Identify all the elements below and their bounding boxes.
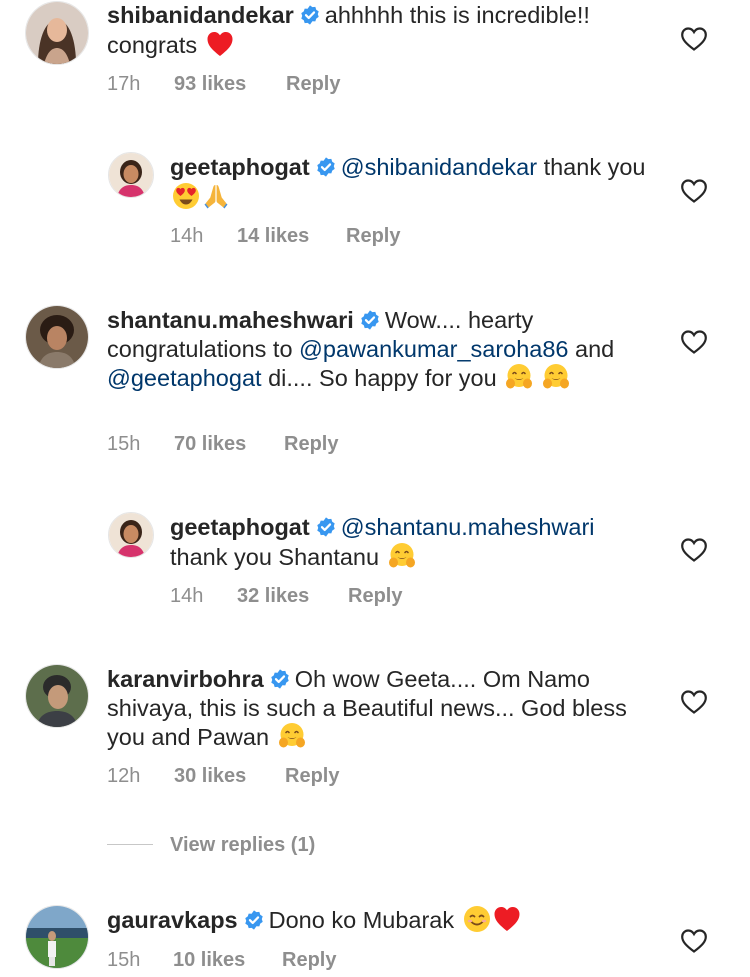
- verified-badge-icon: [315, 516, 337, 538]
- view-replies-button[interactable]: View replies (1): [107, 834, 315, 857]
- comment-text: karanvirbohra Oh wow Geeta.... Om Namo sh…: [107, 665, 637, 752]
- verified-badge-icon: [299, 4, 321, 26]
- username[interactable]: shantanu.maheshwari: [107, 307, 354, 333]
- comment-body: thank you Shantanu: [170, 543, 380, 570]
- reply-button[interactable]: Reply: [346, 225, 400, 248]
- avatar[interactable]: [108, 512, 154, 558]
- username[interactable]: karanvirbohra: [107, 666, 264, 692]
- comment-meta: 15h 10 likes Reply: [107, 949, 336, 972]
- hugging-emoji-icon: [505, 363, 533, 391]
- folded-hands-emoji-icon: [202, 182, 230, 210]
- reply-button[interactable]: Reply: [286, 73, 340, 96]
- comment-meta: 15h 70 likes Reply: [107, 433, 338, 456]
- comment-text: shantanu.maheshwari Wow.... hearty congra…: [107, 306, 637, 393]
- likes-count[interactable]: 70 likes: [174, 433, 284, 456]
- heart-eyes-emoji-icon: [172, 182, 200, 210]
- comment-meta: 12h 30 likes Reply: [107, 765, 339, 788]
- likes-count[interactable]: 32 likes: [237, 585, 348, 608]
- comment-body: Dono ko Mubarak: [268, 907, 455, 933]
- mention-link[interactable]: @pawankumar_saroha86: [299, 336, 568, 362]
- comment-text: geetaphogat @shantanu.maheshwari thank yo…: [170, 513, 650, 571]
- verified-badge-icon: [269, 668, 291, 690]
- comment-meta: 14h 14 likes Reply: [170, 225, 400, 248]
- timestamp: 15h: [107, 433, 141, 455]
- comment-text: gauravkaps Dono ko Mubarak: [107, 905, 637, 935]
- verified-badge-icon: [243, 909, 265, 931]
- avatar[interactable]: [25, 1, 89, 65]
- timestamp: 15h: [107, 949, 141, 971]
- timestamp: 14h: [170, 585, 204, 607]
- reply-button[interactable]: Reply: [285, 765, 339, 788]
- comment-body-end: di.... So happy for you: [268, 365, 497, 391]
- avatar[interactable]: [25, 664, 89, 728]
- hugging-emoji-icon: [542, 363, 570, 391]
- comment-body-mid: and: [575, 335, 615, 362]
- like-heart-icon[interactable]: [680, 178, 708, 204]
- likes-count[interactable]: 10 likes: [173, 949, 282, 972]
- verified-badge-icon: [315, 156, 337, 178]
- hugging-emoji-icon: [388, 542, 416, 570]
- mention-link[interactable]: @shantanu.maheshwari: [341, 514, 595, 540]
- like-heart-icon[interactable]: [680, 26, 708, 52]
- likes-count[interactable]: 14 likes: [237, 225, 346, 248]
- red-heart-emoji-icon: [493, 905, 521, 933]
- timestamp: 17h: [107, 73, 141, 95]
- username[interactable]: shibanidandekar: [107, 2, 294, 28]
- mention-link[interactable]: @geetaphogat: [107, 365, 262, 391]
- username[interactable]: geetaphogat: [170, 514, 310, 540]
- reply-button[interactable]: Reply: [282, 949, 336, 972]
- comment-text: shibanidandekar ahhhhh this is incredible…: [107, 1, 647, 59]
- view-replies-label: View replies (1): [170, 834, 316, 856]
- comment-text: geetaphogat @shibanidandekar thank you: [170, 153, 650, 211]
- avatar[interactable]: [25, 905, 89, 969]
- like-heart-icon[interactable]: [680, 928, 708, 954]
- comment-meta: 14h 32 likes Reply: [170, 585, 402, 608]
- timestamp: 14h: [170, 225, 204, 247]
- username[interactable]: geetaphogat: [170, 154, 310, 180]
- red-heart-emoji-icon: [206, 30, 234, 58]
- comment-body: thank you: [543, 154, 646, 180]
- view-replies-divider: [107, 844, 153, 845]
- reply-button[interactable]: Reply: [348, 585, 402, 608]
- timestamp: 12h: [107, 765, 141, 787]
- username[interactable]: gauravkaps: [107, 907, 238, 933]
- verified-badge-icon: [359, 309, 381, 331]
- avatar[interactable]: [25, 305, 89, 369]
- likes-count[interactable]: 93 likes: [174, 73, 286, 96]
- comment-meta: 17h 93 likes Reply: [107, 73, 340, 96]
- likes-count[interactable]: 30 likes: [174, 765, 285, 788]
- smiling-emoji-icon: [463, 905, 491, 933]
- reply-button[interactable]: Reply: [284, 433, 338, 456]
- mention-link[interactable]: @shibanidandekar: [341, 154, 537, 180]
- hugging-emoji-icon: [278, 722, 306, 750]
- avatar[interactable]: [108, 152, 154, 198]
- like-heart-icon[interactable]: [680, 329, 708, 355]
- like-heart-icon[interactable]: [680, 689, 708, 715]
- like-heart-icon[interactable]: [680, 537, 708, 563]
